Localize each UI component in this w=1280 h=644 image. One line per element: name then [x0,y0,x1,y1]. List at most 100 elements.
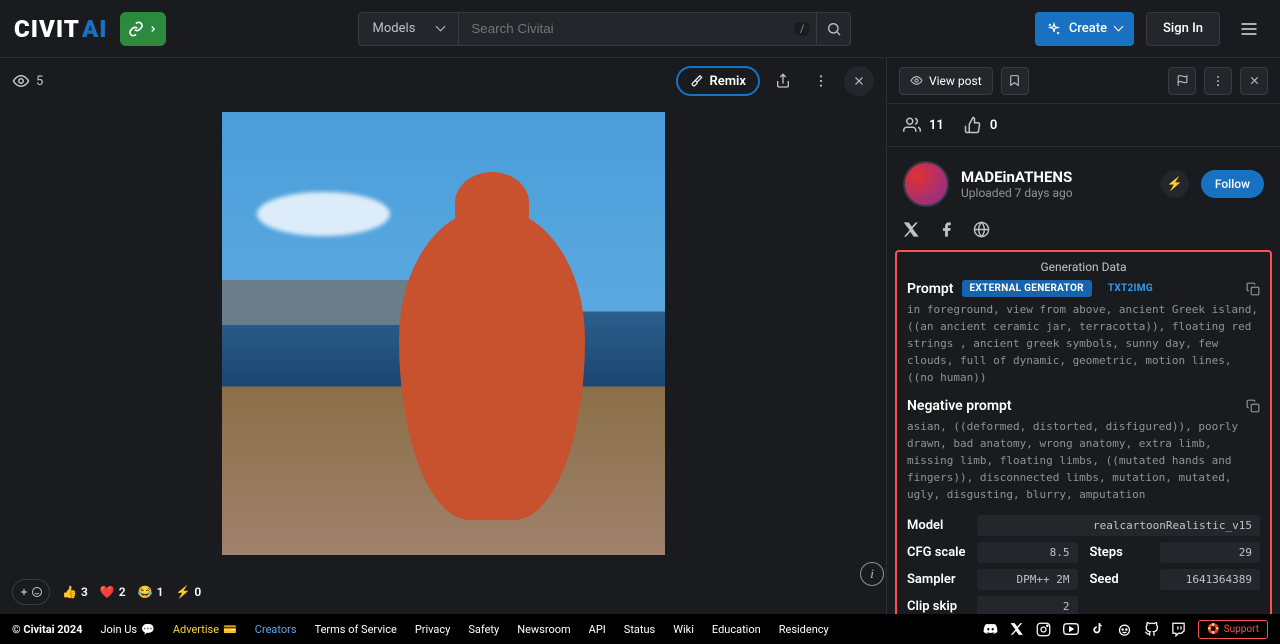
header: CIVITAI Models / Create Sign In [0,0,1280,58]
close-icon [1248,74,1261,87]
logo[interactable]: CIVITAI [14,15,108,43]
param-cfg-label: CFG scale [907,545,969,560]
discord-icon[interactable] [983,622,998,637]
eye-icon [910,74,923,87]
like-stat: 0 [964,116,997,134]
negative-prompt-text: asian, ((deformed, distorted, disfigured… [907,418,1260,503]
copy-negative-button[interactable] [1246,399,1260,413]
signin-button[interactable]: Sign In [1146,12,1220,46]
footer-link-status[interactable]: Status [624,623,655,636]
close-icon [852,74,866,88]
x-icon[interactable] [1010,622,1024,636]
copyright: © Civitai 2024 [12,623,82,636]
reaction-heart[interactable]: ❤️2 [100,585,126,599]
param-seed-value: 1641364389 [1160,569,1261,590]
copy-icon [1246,282,1260,296]
footer: © Civitai 2024 Join Us 💬 Advertise 💳 Cre… [0,614,1280,644]
footer-link-privacy[interactable]: Privacy [415,623,451,636]
link-tool-badge[interactable] [120,12,166,46]
prompt-text: in foreground, view from above, ancient … [907,301,1260,386]
details-sidebar: View post 11 0 [887,58,1280,614]
avatar[interactable] [903,161,949,207]
param-model-label: Model [907,518,969,533]
globe-icon[interactable] [973,221,990,238]
remix-button[interactable]: Remix [676,66,761,96]
github-icon[interactable] [1144,622,1159,637]
models-filter-button[interactable]: Models [358,12,460,46]
people-stat: 11 [903,116,944,134]
txt2img-badge: TXT2IMG [1100,280,1161,297]
add-reaction-button[interactable] [12,579,50,605]
more-button[interactable] [1204,67,1232,95]
hamburger-icon [1239,19,1259,39]
image-viewer: 5 Remix [0,58,887,614]
bolt-icon: ⚡ [1167,177,1183,192]
join-us-link[interactable]: Join Us 💬 [100,623,154,636]
slash-hint: / [795,22,810,35]
brush-icon [690,74,704,88]
chevron-down-icon [437,21,444,36]
more-button[interactable] [806,66,836,96]
reaction-laugh[interactable]: 😂1 [138,585,164,599]
reaction-thumbs[interactable]: 👍3 [62,585,88,599]
create-label: Create [1069,21,1107,36]
dots-vertical-icon [813,73,829,89]
footer-link-creators[interactable]: Creators [255,623,297,636]
footer-link-api[interactable]: API [589,623,606,636]
param-steps-label: Steps [1090,545,1152,560]
menu-button[interactable] [1232,12,1266,46]
view-post-button[interactable]: View post [899,67,993,95]
tiktok-icon[interactable] [1091,622,1105,636]
param-clip-label: Clip skip [907,599,969,614]
flag-button[interactable] [1168,67,1196,95]
uploaded-time: Uploaded 7 days ago [961,186,1149,200]
param-model-value: realcartoonRealistic_v15 [977,515,1260,536]
copy-prompt-button[interactable] [1246,282,1260,296]
info-button[interactable]: i [860,562,884,586]
footer-link-wiki[interactable]: Wiki [673,623,694,636]
flag-icon [1176,74,1189,87]
support-button[interactable]: 🛟 Support [1198,620,1268,639]
username[interactable]: MADEinATHENS [961,168,1149,186]
dots-vertical-icon [1211,74,1225,88]
footer-link-safety[interactable]: Safety [468,623,499,636]
thumbs-up-icon [964,116,982,134]
instagram-icon[interactable] [1036,622,1051,637]
footer-link-education[interactable]: Education [712,623,761,636]
plus-icon [19,587,29,597]
search-button[interactable] [817,12,851,46]
follow-button[interactable]: Follow [1201,170,1264,198]
advertise-link[interactable]: Advertise 💳 [173,623,237,636]
facebook-icon[interactable] [938,221,955,238]
close-button[interactable] [844,66,874,96]
search-input[interactable] [459,12,817,46]
smile-icon [31,586,43,598]
bookmark-icon [1008,74,1021,87]
twitch-icon[interactable] [1171,622,1186,637]
x-icon[interactable] [903,221,920,238]
share-button[interactable] [768,66,798,96]
footer-link-residency[interactable]: Residency [779,623,829,636]
footer-link-tos[interactable]: Terms of Service [315,623,397,636]
param-clip-value: 2 [977,596,1078,614]
reddit-icon[interactable] [1117,622,1132,637]
sparkle-icon [1047,22,1061,36]
param-steps-value: 29 [1160,542,1261,563]
close-sidebar-button[interactable] [1240,67,1268,95]
param-cfg-value: 8.5 [977,542,1078,563]
generated-image[interactable] [222,112,665,555]
param-sampler-value: DPM++ 2M [977,569,1078,590]
footer-link-newsroom[interactable]: Newsroom [517,623,570,636]
external-generator-badge: EXTERNAL GENERATOR [962,280,1092,297]
view-count: 5 [12,72,43,90]
bookmark-button[interactable] [1001,67,1029,95]
models-label: Models [373,21,416,36]
eye-icon [12,72,30,90]
search-icon [826,21,842,37]
link-icon [128,21,144,37]
youtube-icon[interactable] [1063,621,1079,637]
tip-button[interactable]: ⚡ [1161,170,1189,198]
prompt-label: Prompt [907,281,954,297]
reaction-zap[interactable]: ⚡0 [175,585,201,599]
create-button[interactable]: Create [1035,12,1134,46]
